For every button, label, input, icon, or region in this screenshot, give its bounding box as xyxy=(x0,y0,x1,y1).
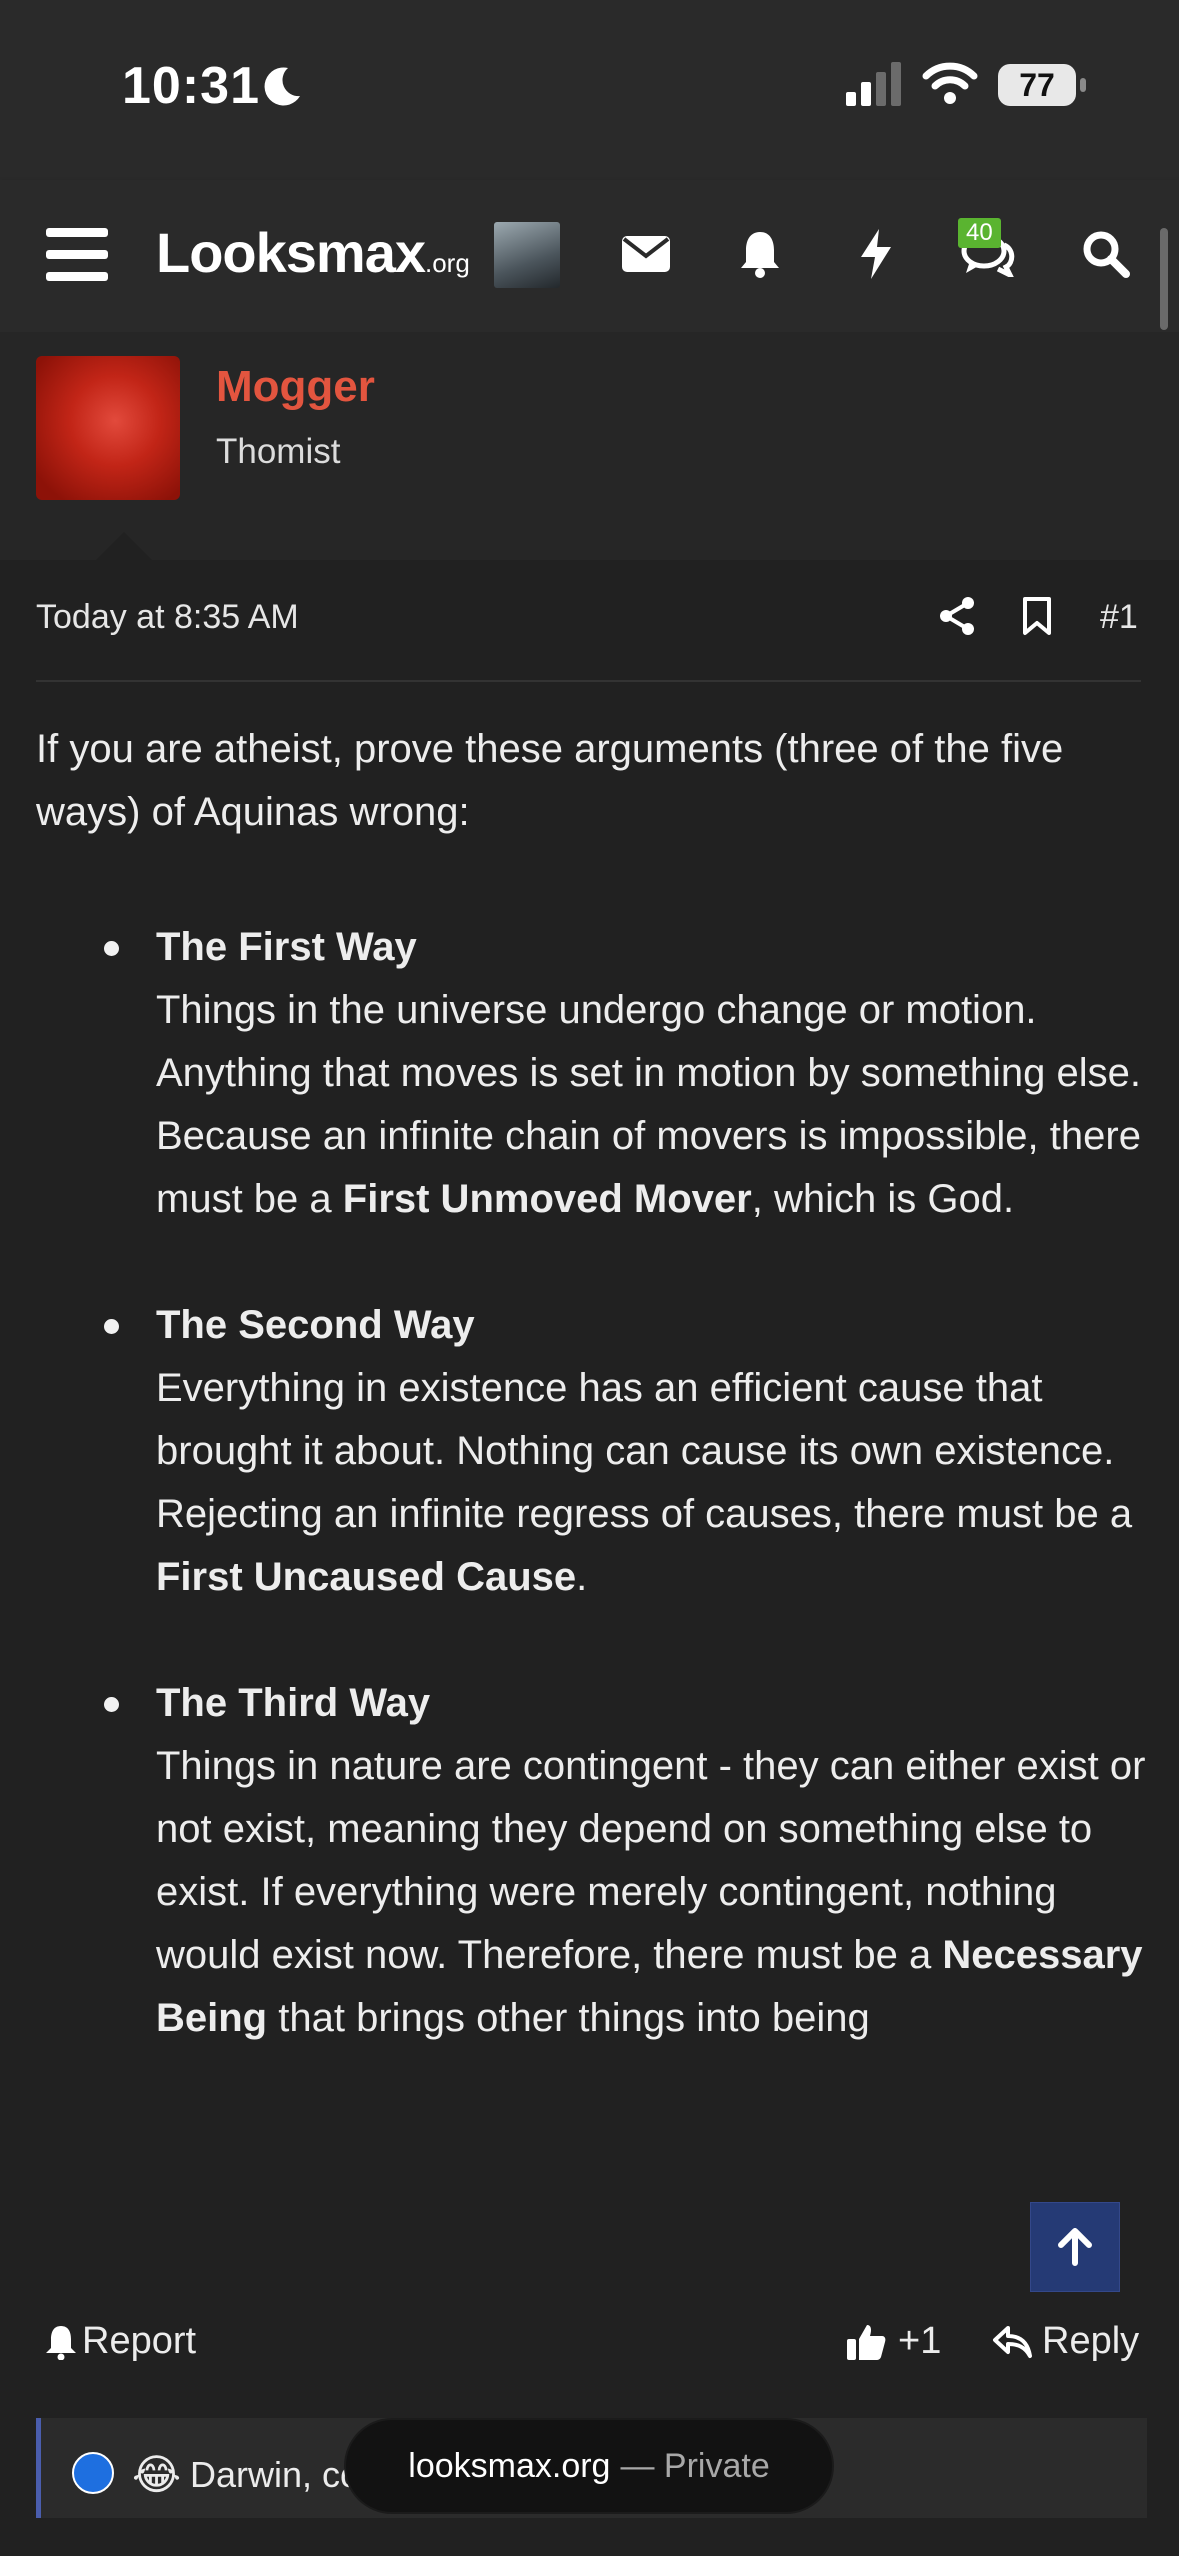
author-avatar[interactable] xyxy=(36,356,180,500)
browser-mode: — Private xyxy=(620,2446,770,2485)
list-item: The Third Way Things in nature are contin… xyxy=(36,1672,1146,2050)
way-text-end: , which is God. xyxy=(751,1177,1015,1221)
wifi-icon xyxy=(922,62,978,104)
way-text-end: . xyxy=(576,1555,588,1599)
list-item: The Second Way Everything in existence ha… xyxy=(36,1294,1146,1609)
logo-suffix: .org xyxy=(425,248,470,278)
share-icon[interactable] xyxy=(938,596,976,636)
scroll-to-top-button[interactable] xyxy=(1030,2202,1120,2292)
logo-main: Looksmax xyxy=(156,221,426,284)
way-title: The Second Way xyxy=(156,1303,475,1347)
top-navbar: Looksmax.org 40 xyxy=(0,180,1179,332)
bell-icon[interactable] xyxy=(732,226,788,282)
author-title: Thomist xyxy=(216,432,341,471)
like-count: +1 xyxy=(898,2320,942,2362)
battery-tip xyxy=(1080,78,1086,92)
ways-list: The First Way Things in the universe unde… xyxy=(36,916,1146,2050)
search-icon[interactable] xyxy=(1078,226,1134,282)
bookmark-icon[interactable] xyxy=(1022,596,1052,636)
arrow-up-icon xyxy=(1058,2228,1092,2266)
way-title: The First Way xyxy=(156,925,417,969)
author-name[interactable]: Mogger xyxy=(216,362,375,412)
user-avatar[interactable] xyxy=(494,222,560,288)
reactions-text[interactable]: Darwin, co xyxy=(190,2454,360,2496)
way-text: Everything in existence has an efficient… xyxy=(156,1366,1133,1536)
signal-icon xyxy=(846,62,901,106)
browser-domain: looksmax.org xyxy=(408,2446,611,2485)
report-label: Report xyxy=(82,2320,197,2362)
reply-label: Reply xyxy=(1042,2320,1140,2362)
like-button[interactable]: +1 xyxy=(846,2320,941,2363)
report-button[interactable]: Report xyxy=(44,2320,196,2363)
status-bar: 10:31 77 xyxy=(0,0,1179,180)
list-item: The First Way Things in the universe unde… xyxy=(36,916,1146,1231)
reply-button[interactable]: Reply xyxy=(992,2320,1139,2363)
meta-divider xyxy=(36,680,1141,682)
page-scrollbar[interactable] xyxy=(1160,228,1168,330)
envelope-icon[interactable] xyxy=(618,226,674,282)
way-emphasis: First Unmoved Mover xyxy=(342,1177,752,1221)
bolt-icon[interactable] xyxy=(848,226,904,282)
way-emphasis: First Uncaused Cause xyxy=(156,1555,577,1599)
post-number[interactable]: #1 xyxy=(1100,598,1138,637)
post-body: If you are atheist, prove these argument… xyxy=(36,718,1146,2113)
laugh-reaction-icon: 😂 xyxy=(132,2451,182,2498)
like-reaction-icon xyxy=(72,2452,114,2494)
post-intro: If you are atheist, prove these argument… xyxy=(36,727,1064,834)
browser-address-pill[interactable]: looksmax.org — Private xyxy=(346,2420,832,2512)
post-author-block: Mogger Thomist xyxy=(0,332,1179,560)
post-timestamp[interactable]: Today at 8:35 AM xyxy=(36,598,299,637)
conversations-badge: 40 xyxy=(958,218,1001,248)
menu-icon[interactable] xyxy=(46,228,108,281)
battery-indicator: 77 xyxy=(998,64,1076,106)
status-time: 10:31 xyxy=(122,57,260,115)
bell-small-icon xyxy=(46,2325,76,2360)
reply-icon xyxy=(993,2325,1032,2358)
way-title: The Third Way xyxy=(156,1681,431,1725)
author-pointer xyxy=(96,532,152,560)
moon-icon xyxy=(264,67,300,106)
site-logo[interactable]: Looksmax.org xyxy=(156,220,470,285)
way-text-end: that brings other things into being xyxy=(267,1996,870,2040)
thumbs-up-icon xyxy=(847,2324,886,2360)
